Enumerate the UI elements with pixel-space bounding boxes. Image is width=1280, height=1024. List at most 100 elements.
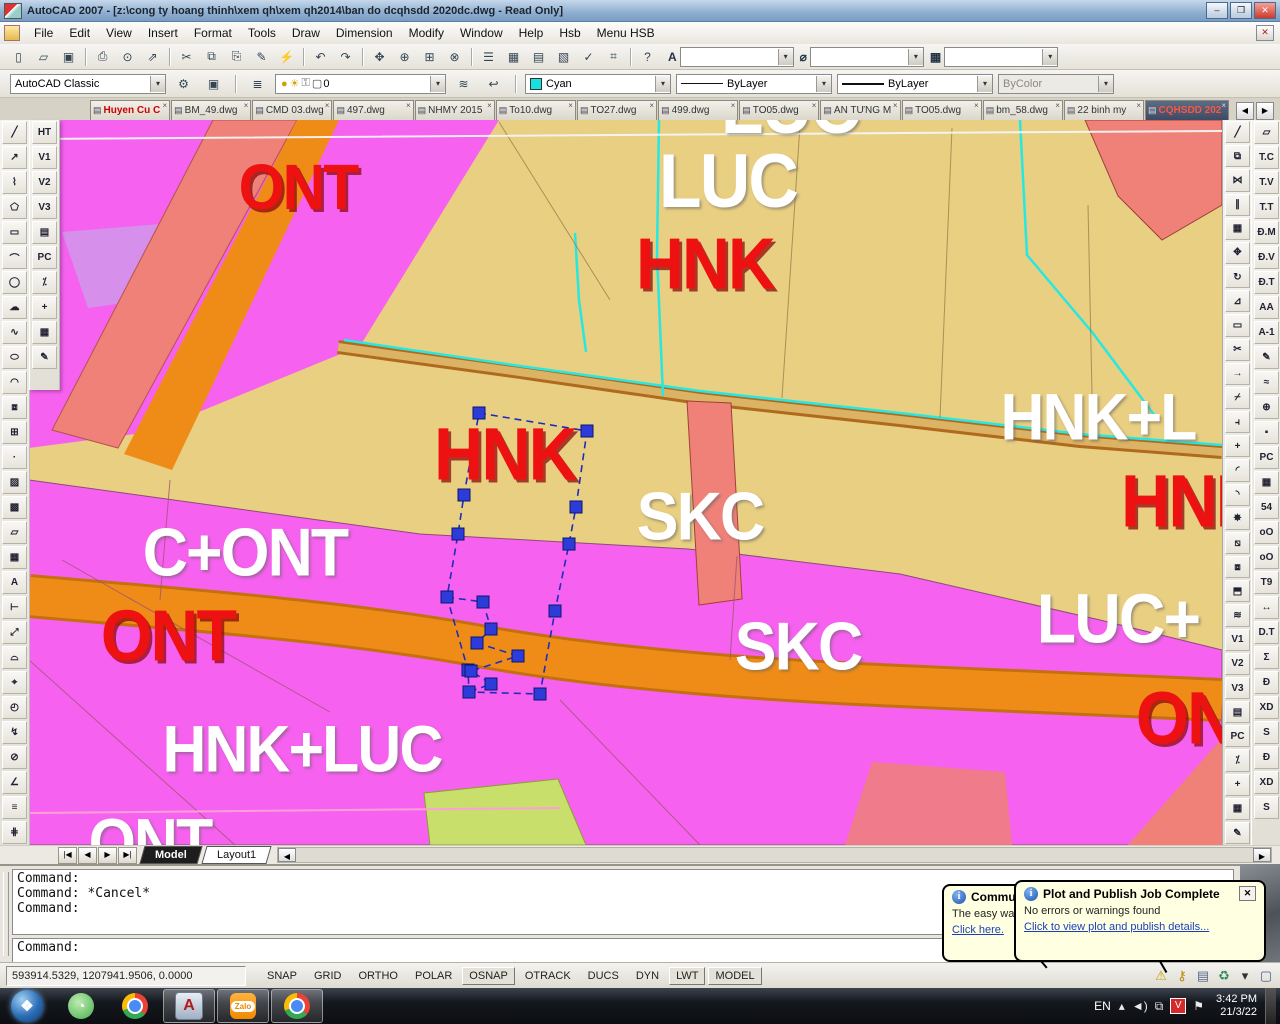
quickcalc-icon[interactable]: ⌗ (602, 46, 625, 67)
new-icon[interactable]: ▯ (7, 46, 30, 67)
scroll-left-icon[interactable]: ◀ (278, 848, 296, 862)
v1-right-button[interactable]: V1 (1225, 629, 1250, 651)
a1-button[interactable]: A-1 (1254, 321, 1279, 344)
break-icon[interactable]: ⫞ (1225, 411, 1250, 433)
coordinates-readout[interactable]: 593914.5329, 1207941.9506, 0.0000 (6, 966, 246, 986)
window-right-icon[interactable]: ▤ (1225, 701, 1250, 723)
dot-button[interactable]: ▪ (1254, 421, 1279, 444)
join-icon[interactable]: + (1225, 435, 1250, 457)
block-editor-icon[interactable]: ⚡ (275, 46, 298, 67)
close-document-icon[interactable]: ✕ (1256, 25, 1274, 41)
pc2-button[interactable]: PC (1254, 446, 1279, 469)
mirror-icon[interactable]: ⋈ (1225, 169, 1250, 191)
paste2-icon[interactable]: ⧈ (1225, 556, 1250, 578)
markup-icon[interactable]: ✓ (577, 46, 600, 67)
tc-button[interactable]: T.C (1254, 146, 1279, 169)
cross-right-icon[interactable]: + (1225, 774, 1250, 796)
toggle-osnap[interactable]: OSNAP (462, 967, 515, 985)
revcloud-icon[interactable]: ☁ (2, 296, 27, 319)
erase-icon[interactable]: ╱ (1225, 121, 1250, 143)
menu-draw[interactable]: Draw (284, 24, 328, 42)
designcenter-icon[interactable]: ▦ (502, 46, 525, 67)
spline-icon[interactable]: ∿ (2, 321, 27, 344)
file-tab-to10-dwg[interactable]: ▤To10.dwg× (496, 100, 576, 120)
pan-icon[interactable]: ✥ (368, 46, 391, 67)
zoom-previous-icon[interactable]: ⊗ (443, 46, 466, 67)
file-tab-to05-dwg[interactable]: ▤TO05.dwg× (902, 100, 982, 120)
hidden-icons-arrow[interactable]: ▴ (1119, 999, 1125, 1013)
toggle-grid[interactable]: GRID (307, 967, 349, 985)
dt-button[interactable]: Đ.T (1254, 271, 1279, 294)
dm-button[interactable]: Đ.M (1254, 221, 1279, 244)
sigma-button[interactable]: Σ (1254, 646, 1279, 669)
workspace-dropdown[interactable]: AutoCAD Classic▾ (10, 74, 166, 94)
extend-icon[interactable]: → (1225, 363, 1250, 385)
file-tab-to27-dwg[interactable]: ▤TO27.dwg× (577, 100, 657, 120)
network-icon[interactable]: ⧉ (1155, 999, 1164, 1014)
properties-icon[interactable]: ☰ (477, 46, 500, 67)
sketch-right-icon[interactable]: ✎ (1225, 822, 1250, 844)
mtext-icon[interactable]: A (2, 571, 27, 594)
menu-help[interactable]: Help (511, 24, 552, 42)
dim-continue-icon[interactable]: ⋕ (2, 821, 27, 844)
layer-properties-icon[interactable]: ≣ (246, 73, 269, 94)
dim-aligned-icon[interactable]: ⤢ (2, 621, 27, 644)
toggle-ortho[interactable]: ORTHO (351, 967, 405, 985)
menu-hsb[interactable]: Hsb (551, 24, 588, 42)
v3-right-button[interactable]: V3 (1225, 677, 1250, 699)
polyline-icon[interactable]: ⌇ (2, 171, 27, 194)
region-icon[interactable]: ▱ (2, 521, 27, 544)
drawing-canvas[interactable]: ONTLUCHNKHNKSKCC+ONTONTSKCLUC+HNK+LHNKON… (29, 120, 1222, 845)
tool-palettes-icon[interactable]: ▤ (527, 46, 550, 67)
toggle-lwt[interactable]: LWT (669, 967, 705, 985)
plot-icon[interactable]: ⎙ (91, 46, 114, 67)
btn-54[interactable]: 54 (1254, 496, 1279, 519)
v2-right-button[interactable]: V2 (1225, 653, 1250, 675)
move-icon[interactable]: ✥ (1225, 242, 1250, 264)
plot-preview-icon[interactable]: ⊙ (116, 46, 139, 67)
horizontal-scrollbar[interactable]: ◀ ▶ (277, 847, 1272, 863)
circle-plus-icon[interactable]: ⊕ (1254, 396, 1279, 419)
d-button[interactable]: Đ (1254, 671, 1279, 694)
dt2-button[interactable]: D.T (1254, 621, 1279, 644)
tray-arrow-icon[interactable]: ▾ (1237, 968, 1253, 984)
dim-radius-icon[interactable]: ◴ (2, 696, 27, 719)
menu-window[interactable]: Window (452, 24, 511, 42)
xd2-button[interactable]: XD (1254, 771, 1279, 794)
ellipse-arc-icon[interactable]: ◠ (2, 371, 27, 394)
tt-button[interactable]: T.T (1254, 196, 1279, 219)
t9-button[interactable]: T9 (1254, 571, 1279, 594)
close-button[interactable]: ✕ (1254, 2, 1276, 19)
dim-arc-icon[interactable]: ⌓ (2, 646, 27, 669)
break-point-icon[interactable]: ⌿ (1225, 387, 1250, 409)
point-icon[interactable]: · (2, 446, 27, 469)
menu-menu-hsb[interactable]: Menu HSB (589, 24, 663, 42)
menu-edit[interactable]: Edit (61, 24, 98, 42)
construction-line-icon[interactable]: ↗ (2, 146, 27, 169)
v1-button[interactable]: V1 (32, 146, 57, 169)
tab-next-button[interactable]: ▶ (98, 847, 117, 864)
toggle-model[interactable]: MODEL (708, 967, 761, 985)
offset-icon[interactable]: ∥ (1225, 194, 1250, 216)
coccoc-taskbar-button[interactable]: ◔ (55, 989, 107, 1023)
autocad-taskbar-button[interactable]: A (163, 989, 215, 1023)
toggle-otrack[interactable]: OTRACK (518, 967, 578, 985)
taskbar-clock[interactable]: 3:42 PM21/3/22 (1216, 993, 1257, 1019)
tab-last-button[interactable]: ▶| (118, 847, 137, 864)
stretch2-icon[interactable]: ⬒ (1225, 580, 1250, 602)
zalo-taskbar-button[interactable]: Zalo (217, 989, 269, 1023)
tab-prev-button[interactable]: ◀ (78, 847, 97, 864)
fillet-icon[interactable]: ◝ (1225, 484, 1250, 506)
hatch-icon[interactable]: ▨ (2, 471, 27, 494)
file-tab-cmd-03-dwg[interactable]: ▤CMD 03.dwg× (252, 100, 332, 120)
array-icon[interactable]: ▦ (1225, 218, 1250, 240)
linetype-dropdown[interactable]: ByLayer ▾ (676, 74, 832, 94)
pc-right-button[interactable]: PC (1225, 725, 1250, 747)
show-desktop-button[interactable] (1265, 988, 1276, 1024)
file-tab-huyen-cu-c[interactable]: ▤Huyen Cu C× (90, 100, 170, 120)
plot-publish-balloon[interactable]: i Plot and Publish Job Complete ✕ No err… (1014, 880, 1266, 962)
open-icon[interactable]: ▱ (32, 46, 55, 67)
wave-icon[interactable]: ≈ (1254, 371, 1279, 394)
open-folder-icon[interactable]: ▱ (1254, 121, 1279, 144)
circles-icon[interactable]: oO (1254, 521, 1279, 544)
